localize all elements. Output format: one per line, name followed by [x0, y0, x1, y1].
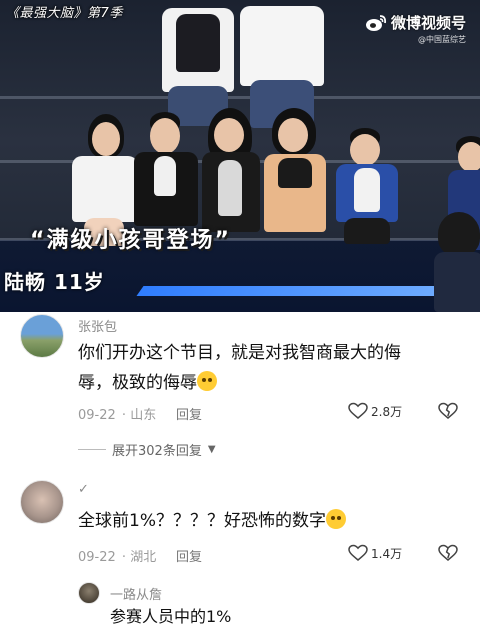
avatar[interactable] — [20, 314, 64, 358]
broken-heart-icon — [438, 544, 458, 561]
crying-emoji — [197, 371, 217, 391]
video-caption: “满级小孩哥登场” — [30, 228, 231, 253]
comment-text: 全球前1%？？？？好恐怖的数字 — [78, 506, 468, 536]
video-player[interactable]: 《最强大脑》第7季 微博视频号 @中国蓝综艺 “满级小孩哥登场” 陆畅 11岁 — [0, 0, 480, 312]
dislike-button[interactable] — [438, 544, 458, 566]
weibo-icon — [365, 14, 387, 31]
comment-list: 张张包 你们开办这个节目，就是对我智商最大的侮 辱，极致的侮辱 09-22 · … — [0, 312, 480, 640]
reply-button[interactable]: 回复 — [176, 546, 202, 565]
comment-username[interactable]: 张张包 — [78, 316, 117, 335]
comment-meta: 09-22 · 湖北 — [78, 546, 156, 565]
reply-text: 参赛人员中的1% — [110, 607, 232, 626]
like-button[interactable]: 1.4万 — [348, 544, 402, 562]
reply-username[interactable]: 一路从詹 — [110, 584, 162, 603]
chevron-down-icon: ▼ — [207, 444, 216, 455]
contestant-name-tag: 陆畅 11岁 — [4, 270, 105, 294]
comment-meta: 09-22 · 山东 — [78, 404, 156, 423]
reply-button[interactable]: 回复 — [176, 404, 202, 423]
reply-avatar[interactable] — [78, 582, 100, 604]
comment-location: 湖北 — [130, 550, 157, 565]
stage-step — [0, 96, 480, 99]
like-count: 2.8万 — [371, 404, 403, 419]
comment-username[interactable]: ✓ — [78, 482, 89, 497]
divider-line — [78, 449, 106, 450]
like-count: 1.4万 — [371, 546, 403, 561]
heart-icon — [348, 544, 368, 561]
stage-light-stripe — [136, 286, 480, 296]
scared-emoji — [325, 509, 346, 529]
comment-location: 山东 — [130, 408, 157, 423]
comment-text-line: 你们开办这个节目，就是对我智商最大的侮 — [78, 343, 401, 363]
heart-icon — [348, 402, 368, 419]
dislike-button[interactable] — [438, 402, 458, 424]
comment-text: 你们开办这个节目，就是对我智商最大的侮 辱，极致的侮辱 — [78, 338, 468, 398]
show-title-watermark: 《最强大脑》第7季 — [6, 6, 123, 21]
comment-location-separator: · — [121, 550, 127, 565]
like-button[interactable]: 2.8万 — [348, 402, 402, 420]
avatar[interactable] — [20, 480, 64, 524]
comment-text-line: 辱，极致的侮辱 — [78, 373, 197, 393]
comment-date: 09-22 — [78, 408, 116, 423]
platform-account: @中国蓝综艺 — [418, 35, 466, 44]
comment-location-separator: · — [121, 408, 127, 423]
comment-date: 09-22 — [78, 550, 116, 565]
platform-name: 微博视频号 — [390, 14, 466, 32]
expand-replies-button[interactable]: 展开302条回复 ▼ — [78, 440, 216, 459]
weibo-video-logo: 微博视频号 — [365, 12, 466, 33]
broken-heart-icon — [438, 402, 458, 419]
expand-replies-label: 展开302条回复 — [112, 444, 202, 459]
comment-text-line: 全球前1%？？？？好恐怖的数字 — [78, 511, 326, 531]
